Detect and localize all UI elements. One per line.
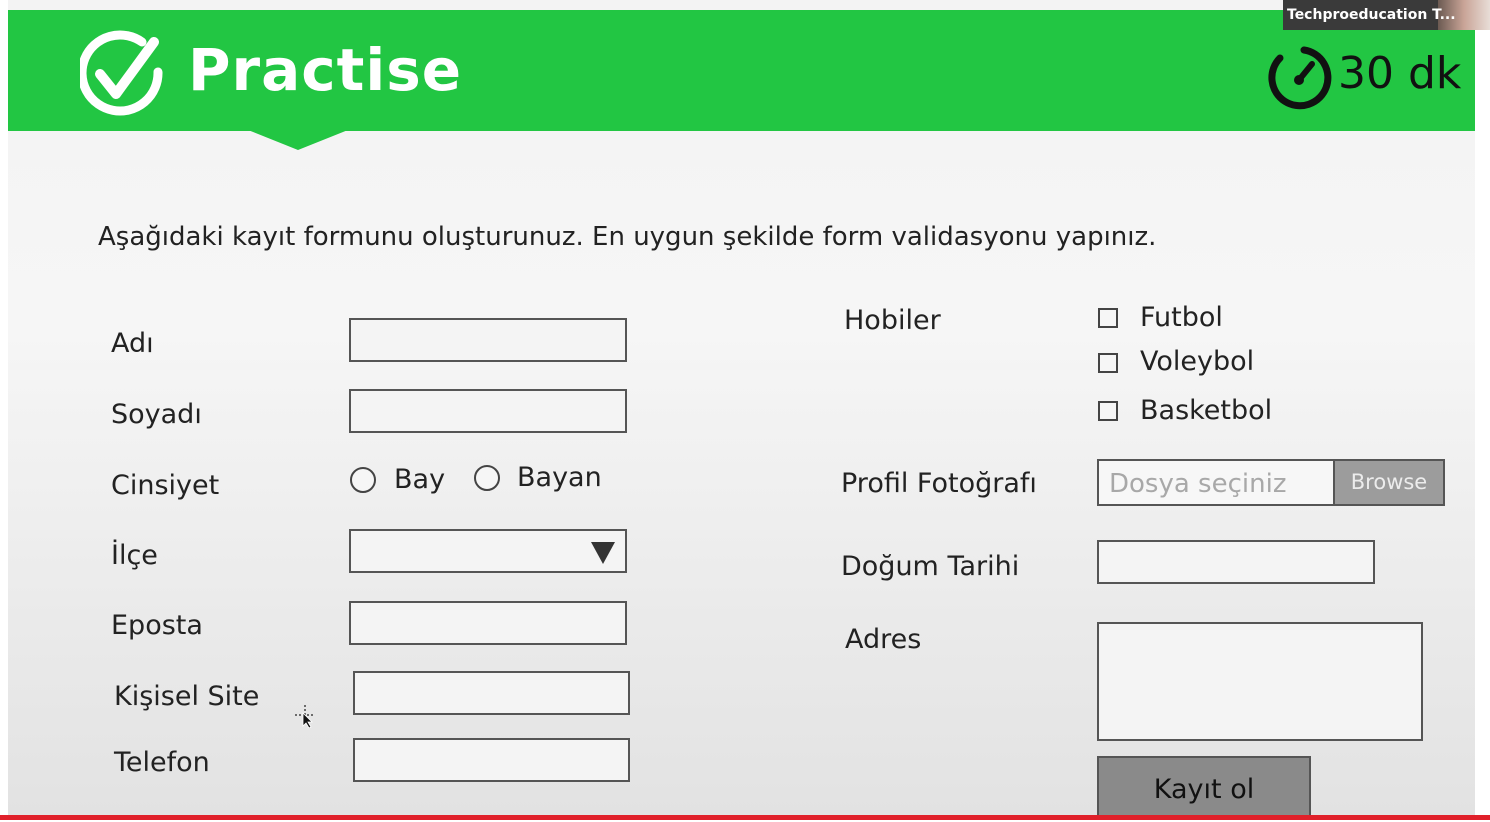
move-cursor-icon	[295, 705, 315, 728]
instruction-text: Aşağıdaki kayıt formunu oluşturunuz. En …	[98, 222, 1157, 252]
radio-bayan[interactable]	[474, 465, 500, 491]
adi-input[interactable]	[349, 318, 627, 362]
dogum-tarihi-input[interactable]	[1097, 540, 1375, 584]
checkbox-voleybol-label: Voleybol	[1140, 346, 1255, 377]
radio-bayan-label: Bayan	[517, 462, 602, 493]
video-participant-tag: Techproeducation T...	[1283, 0, 1490, 30]
adres-textarea[interactable]	[1097, 622, 1423, 741]
brand-title: Practise	[188, 36, 463, 104]
radio-bay[interactable]	[350, 467, 376, 493]
kisisel-site-input[interactable]	[353, 671, 630, 715]
label-adi: Adı	[111, 328, 154, 359]
profil-fotografi-file-input[interactable]: Dosya seçiniz Browse	[1097, 459, 1445, 506]
soyadi-input[interactable]	[349, 389, 627, 433]
browse-button[interactable]: Browse	[1333, 461, 1443, 504]
checkbox-basketbol-label: Basketbol	[1140, 395, 1273, 426]
header-notch	[248, 130, 348, 150]
telefon-input[interactable]	[353, 738, 630, 782]
label-kisisel-site: Kişisel Site	[114, 681, 260, 712]
label-soyadi: Soyadı	[111, 399, 202, 430]
label-adres: Adres	[845, 624, 922, 655]
label-eposta: Eposta	[111, 610, 203, 641]
triangle-down-icon	[591, 542, 615, 564]
label-hobiler: Hobiler	[844, 305, 941, 336]
eposta-input[interactable]	[349, 601, 627, 645]
file-placeholder: Dosya seçiniz	[1109, 469, 1287, 499]
checkbox-futbol-label: Futbol	[1140, 302, 1223, 333]
label-profil-fotografi: Profil Fotoğrafı	[841, 468, 1037, 499]
kayit-ol-button[interactable]: Kayıt ol	[1097, 756, 1311, 820]
stopwatch-icon	[1268, 46, 1332, 110]
check-circle-icon	[80, 30, 163, 116]
checkbox-futbol[interactable]	[1098, 308, 1118, 328]
participant-name: Techproeducation T...	[1287, 7, 1456, 23]
checkbox-voleybol[interactable]	[1098, 353, 1118, 373]
radio-bay-label: Bay	[394, 464, 446, 495]
label-dogum-tarihi: Doğum Tarihi	[841, 551, 1020, 582]
label-telefon: Telefon	[114, 747, 210, 778]
label-cinsiyet: Cinsiyet	[111, 470, 220, 501]
timer-label: 30 dk	[1338, 48, 1462, 99]
label-ilce: İlçe	[111, 540, 158, 571]
ilce-select[interactable]	[349, 529, 627, 573]
checkbox-basketbol[interactable]	[1098, 401, 1118, 421]
bottom-red-line	[0, 815, 1490, 820]
